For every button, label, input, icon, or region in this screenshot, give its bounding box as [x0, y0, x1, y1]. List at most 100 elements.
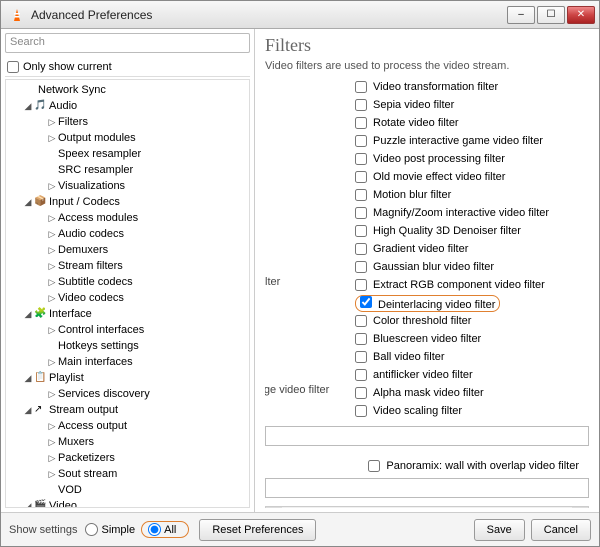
filter-checkbox[interactable]: [355, 117, 367, 129]
tree-item-stream-output[interactable]: ◢↗Stream output: [6, 402, 249, 418]
filter-checkbox[interactable]: [355, 153, 367, 165]
tree-item-playlist[interactable]: ◢📋Playlist: [6, 370, 249, 386]
codecs-icon: 📦: [34, 196, 46, 208]
expand-icon[interactable]: ▷: [46, 117, 58, 128]
expand-icon[interactable]: ▷: [46, 213, 58, 224]
window-buttons: – ☐ ✕: [505, 6, 595, 24]
scroll-left-icon[interactable]: ◄: [266, 507, 282, 508]
tree-item[interactable]: ▷Packetizers: [6, 450, 249, 466]
scroll-right-icon[interactable]: ►: [572, 507, 588, 508]
tree-item[interactable]: VOD: [6, 482, 249, 498]
filter-checkbox[interactable]: [355, 405, 367, 417]
simple-radio[interactable]: [85, 523, 98, 536]
tree-item[interactable]: ▷Control interfaces: [6, 322, 249, 338]
filter-checkbox[interactable]: [360, 296, 372, 308]
expand-icon[interactable]: ▷: [46, 437, 58, 448]
tree-item-audio[interactable]: ◢🎵Audio: [6, 98, 249, 114]
expand-icon[interactable]: ▷: [46, 357, 58, 368]
filter-checkbox[interactable]: [355, 189, 367, 201]
tree-item[interactable]: ▷Access output: [6, 418, 249, 434]
only-show-current-checkbox[interactable]: [7, 61, 19, 73]
filter-checkbox[interactable]: [355, 135, 367, 147]
filter-row: Old movie effect video filter: [355, 168, 589, 186]
panoramix-text-input[interactable]: [265, 478, 589, 498]
all-radio-row[interactable]: All: [148, 523, 176, 536]
reset-preferences-button[interactable]: Reset Preferences: [199, 519, 316, 541]
filter-label: Video transformation filter: [373, 81, 498, 93]
tree-item[interactable]: ▷Visualizations: [6, 178, 249, 194]
search-input[interactable]: Search: [5, 33, 250, 53]
simple-radio-row[interactable]: Simple: [85, 523, 135, 536]
input-children: ▷Access modules ▷Audio codecs ▷Demuxers …: [6, 210, 249, 306]
filter-checkbox[interactable]: [355, 315, 367, 327]
tree-item[interactable]: ▷Main interfaces: [6, 354, 249, 370]
expand-icon[interactable]: ▷: [46, 229, 58, 240]
expand-icon[interactable]: ▷: [46, 453, 58, 464]
tree-item[interactable]: ▷Muxers: [6, 434, 249, 450]
all-highlight: All: [141, 521, 189, 538]
filter-text-input[interactable]: [265, 426, 589, 446]
filter-checkbox[interactable]: [355, 99, 367, 111]
filter-checkbox[interactable]: [355, 333, 367, 345]
tree-item[interactable]: ▷Subtitle codecs: [6, 274, 249, 290]
save-button[interactable]: Save: [474, 519, 525, 541]
filter-checkbox-list: Video transformation filterSepia video f…: [355, 78, 589, 420]
filter-checkbox[interactable]: [355, 207, 367, 219]
tree-item[interactable]: SRC resampler: [6, 162, 249, 178]
filter-checkbox[interactable]: [355, 225, 367, 237]
tree-item[interactable]: ▷Audio codecs: [6, 226, 249, 242]
collapse-icon[interactable]: ◢: [22, 405, 34, 416]
collapse-icon[interactable]: ◢: [22, 501, 34, 509]
tree-item[interactable]: Hotkeys settings: [6, 338, 249, 354]
maximize-button[interactable]: ☐: [537, 6, 565, 24]
audio-icon: 🎵: [34, 100, 46, 112]
expand-icon[interactable]: ▷: [46, 421, 58, 432]
tree-item-interface[interactable]: ◢🧩Interface: [6, 306, 249, 322]
filter-row: Gaussian blur video filter: [355, 258, 589, 276]
tree-item[interactable]: ▷Demuxers: [6, 242, 249, 258]
filter-checkbox[interactable]: [355, 387, 367, 399]
expand-icon[interactable]: ▷: [46, 181, 58, 192]
tree-item[interactable]: ▷Output modules: [6, 130, 249, 146]
filter-checkbox[interactable]: [355, 279, 367, 291]
tree-item-network-sync[interactable]: Network Sync: [6, 82, 249, 98]
collapse-icon[interactable]: ◢: [22, 197, 34, 208]
tree-item-video[interactable]: ◢🎬Video: [6, 498, 249, 508]
tree-item-input-codecs[interactable]: ◢📦Input / Codecs: [6, 194, 249, 210]
collapse-icon[interactable]: ◢: [22, 101, 34, 112]
filter-row: Extract RGB component video filter: [355, 276, 589, 294]
filter-checkbox[interactable]: [355, 369, 367, 381]
filter-row: Gradient video filter: [355, 240, 589, 258]
expand-icon[interactable]: ▷: [46, 293, 58, 304]
minimize-button[interactable]: –: [507, 6, 535, 24]
all-radio[interactable]: [148, 523, 161, 536]
tree-item[interactable]: ▷Access modules: [6, 210, 249, 226]
collapse-icon[interactable]: ◢: [22, 309, 34, 320]
close-button[interactable]: ✕: [567, 6, 595, 24]
tree-item[interactable]: ▷Video codecs: [6, 290, 249, 306]
panoramix-checkbox[interactable]: [368, 460, 380, 472]
expand-icon[interactable]: ▷: [46, 261, 58, 272]
window-title: Advanced Preferences: [31, 8, 505, 22]
horizontal-scrollbar[interactable]: ◄ ►: [265, 506, 589, 508]
filter-checkbox[interactable]: [355, 81, 367, 93]
filter-checkbox[interactable]: [355, 351, 367, 363]
expand-icon[interactable]: ▷: [46, 469, 58, 480]
filter-checkbox[interactable]: [355, 261, 367, 273]
tree-item[interactable]: ▷Stream filters: [6, 258, 249, 274]
filter-checkbox[interactable]: [355, 171, 367, 183]
tree-item[interactable]: ▷Filters: [6, 114, 249, 130]
expand-icon[interactable]: ▷: [46, 245, 58, 256]
collapse-icon[interactable]: ◢: [22, 373, 34, 384]
filter-checkbox[interactable]: [355, 243, 367, 255]
expand-icon[interactable]: ▷: [46, 325, 58, 336]
preferences-tree[interactable]: Network Sync ◢🎵Audio ▷Filters ▷Output mo…: [5, 79, 250, 508]
expand-icon[interactable]: ▷: [46, 389, 58, 400]
expand-icon[interactable]: ▷: [46, 277, 58, 288]
tree-item[interactable]: ▷Sout stream: [6, 466, 249, 482]
tree-item[interactable]: ▷Services discovery: [6, 386, 249, 402]
tree-item[interactable]: Speex resampler: [6, 146, 249, 162]
expand-icon[interactable]: ▷: [46, 133, 58, 144]
filter-label: Gaussian blur video filter: [373, 261, 494, 273]
cancel-button[interactable]: Cancel: [531, 519, 591, 541]
